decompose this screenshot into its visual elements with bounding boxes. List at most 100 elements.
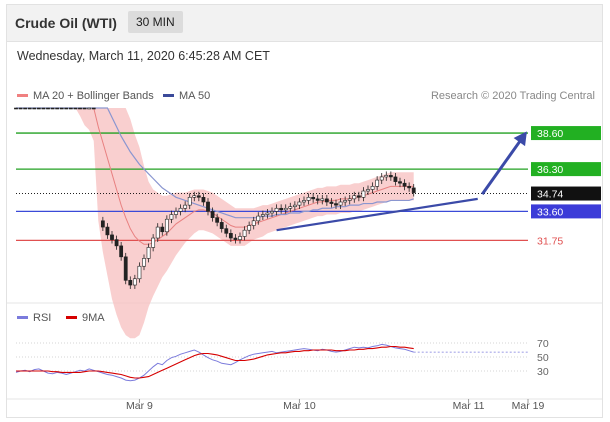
candle-body [119,245,124,258]
candle-body [55,107,60,110]
rsi-tick-label-30: 30 [537,366,549,378]
rsi-9ma-line [16,345,414,379]
candle-body [324,198,329,203]
candle-body [228,233,233,239]
candle-body [155,226,160,239]
candle-body [329,201,334,204]
candle-body [27,107,32,110]
candle-body [146,247,151,259]
candle-body [105,226,110,236]
candle-body [206,201,210,212]
candle-body [279,207,284,211]
candle-body [274,207,279,212]
projection-arrow-shaft [481,132,527,196]
candle-body [388,175,393,178]
rsi-tick-label-50: 50 [537,352,549,364]
candle-body [270,211,274,214]
candle-body [50,107,55,110]
candle-body [196,195,201,198]
candle-body [338,201,343,206]
candle-body [128,280,133,286]
x-tick-label-3: Mar 19 [512,400,545,412]
candle-body [82,107,87,110]
candle-body [375,179,380,187]
candle-body [192,195,197,198]
candle-body [302,200,306,203]
candle-body [215,217,220,223]
rsi-tick-label-70: 70 [537,338,549,350]
candle-body [114,239,119,247]
candle-body [343,200,348,203]
x-tick-label-0: Mar 9 [126,400,153,412]
candle-body [32,107,37,110]
candle-body [137,265,142,280]
x-tick-label-1: Mar 10 [283,400,316,412]
candle-body [14,107,18,110]
price-level-label-2: 34.74 [537,189,563,201]
candle-body [251,220,256,226]
candle-body [384,175,389,178]
price-chart-svg: 38.60 36.30 34.74 33.60 31.75 70 50 30 Mar 9 Mar … [7,107,602,412]
candle-body [256,215,261,222]
candle-body [411,187,416,193]
bollinger-band [16,108,414,339]
candle-body [315,198,320,201]
candle-body [311,197,316,200]
candle-body [59,107,64,110]
candle-body [283,207,288,211]
candle-body [288,206,293,209]
candle-body [247,225,252,231]
candle-body [110,234,114,240]
candle-body [238,236,242,240]
candle-body [201,197,206,203]
candle-body [210,211,215,218]
candle-body [306,197,311,201]
candle-body [292,204,297,207]
candle-body [87,107,92,110]
candle-body [78,107,82,110]
price-level-label-1: 36.30 [537,164,563,176]
candle-body [169,214,174,220]
candle-body [23,107,28,110]
candle-body [64,107,69,110]
candle-body [219,222,224,229]
candle-body [379,176,384,181]
candle-body [151,237,156,248]
price-level-label-0: 38.60 [537,128,563,140]
candle-body [224,228,229,234]
candle-body [352,195,357,200]
x-tick-label-2: Mar 11 [453,400,485,412]
price-level-label-3: 33.60 [537,206,563,218]
candle-body [160,226,165,233]
candle-body [46,107,50,110]
candle-body [361,190,366,198]
candle-body [36,107,41,110]
candle-body [187,197,192,206]
candle-body [18,107,23,110]
candle-body [164,218,169,233]
candle-body [347,198,352,201]
candle-body [242,229,247,237]
candle-body [183,204,188,209]
candle-body [356,195,361,198]
candle-body [100,220,105,228]
candle-body [132,278,137,286]
candle-body [260,214,265,217]
candle-body [398,181,402,184]
candle-body [73,107,78,110]
candle-body [334,203,338,206]
candle-body [402,182,407,187]
candle-body [91,107,96,110]
candle-body [233,237,238,240]
price-level-label-4: 31.75 [537,235,563,247]
candle-body [178,207,183,212]
candle-body [142,258,146,267]
candle-body [366,189,370,192]
candle-body [393,176,398,182]
candle-body [407,186,412,189]
candle-body [68,107,73,110]
candle-body [320,198,325,201]
candle-body [174,211,178,215]
candle-body [370,186,375,190]
candle-body [123,256,128,281]
